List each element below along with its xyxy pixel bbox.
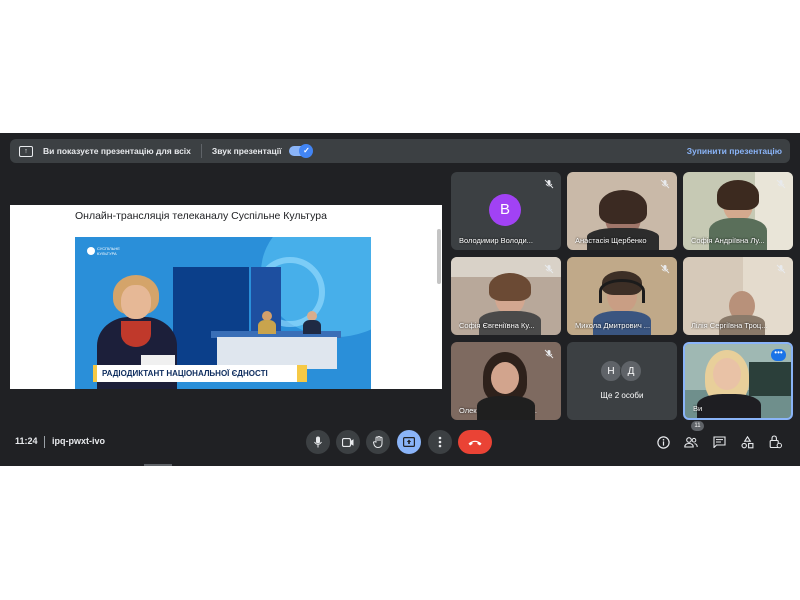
participant-name: Софія Євгеніївна Ку... [459, 321, 535, 330]
avatar: Н [600, 360, 622, 382]
mic-off-icon [776, 179, 786, 189]
participant-tile[interactable]: Софія Андріївна Лу... [683, 172, 793, 250]
info-icon [656, 435, 670, 449]
present-to-all-icon: ↑ [19, 145, 33, 157]
stop-presenting-button[interactable]: Зупинити презентацію [687, 146, 782, 156]
participant-tile[interactable]: Микола Дмитрович ... [567, 257, 677, 335]
studio-guest-2 [303, 311, 321, 334]
participant-tile[interactable]: Олександра Василів... [451, 342, 561, 420]
people-count-badge: 11 [691, 421, 704, 431]
meeting-details-button[interactable] [656, 435, 670, 449]
more-participants-tile[interactable]: Н Д Ще 2 особи [567, 342, 677, 420]
participant-tile[interactable]: В Володимир Володи... [451, 172, 561, 250]
slide-title: Онлайн-трансляція телеканалу Суспільне К… [75, 210, 327, 222]
meeting-clock: 11:24 [15, 436, 38, 446]
people-button[interactable] [684, 435, 698, 449]
presentation-audio-toggle[interactable]: ✓ [289, 144, 314, 158]
avatar: Д [620, 360, 642, 382]
microphone-icon [314, 436, 322, 448]
mic-off-icon [776, 264, 786, 274]
participant-name: Микола Дмитрович ... [575, 321, 651, 330]
embedded-video: СУСПІЛЬНЕ КУЛЬТУРА РАДІОДИКТАНТ НАЦІОНАЛ… [75, 237, 371, 389]
participant-name: Володимир Володи... [459, 236, 533, 245]
more-options-icon[interactable]: ••• [771, 349, 786, 361]
more-options-button[interactable] [428, 430, 452, 454]
participant-name: Анастасія Щербенко [575, 236, 647, 245]
studio-guest-1 [258, 311, 276, 334]
scrollbar[interactable] [437, 229, 441, 284]
clock-divider [44, 436, 45, 448]
activities-button[interactable] [740, 435, 754, 449]
channel-logo-icon [87, 247, 95, 255]
check-icon: ✓ [299, 144, 314, 158]
chat-icon [712, 436, 726, 448]
microphone-button[interactable] [306, 430, 330, 454]
hand-icon [372, 436, 382, 448]
meeting-code: ipq-pwxt-ivo [52, 436, 105, 446]
end-call-button[interactable] [458, 430, 492, 454]
presentation-audio-label: Звук презентації [211, 146, 282, 156]
participant-tile[interactable]: Софія Євгеніївна Ку... [451, 257, 561, 335]
more-participants-avatars: Н Д [600, 360, 648, 384]
participant-tile[interactable]: Лілія Сергіївна Троц... [683, 257, 793, 335]
participant-name: Лілія Сергіївна Троц... [691, 321, 768, 330]
camera-icon [342, 437, 354, 447]
mic-off-icon [660, 264, 670, 274]
lock-person-icon [769, 435, 782, 449]
meet-window: ↑ Ви показуєте презентацію для всіх Звук… [0, 133, 800, 466]
activities-icon [740, 435, 753, 448]
avatar: В [489, 194, 521, 226]
bottom-control-bar: 11:24 ipq-pwxt-ivo 11 [0, 421, 800, 454]
chat-button[interactable] [712, 435, 726, 449]
self-name: Ви [693, 404, 703, 413]
more-participants-label: Ще 2 особи [600, 391, 644, 400]
participant-tile[interactable]: Анастасія Щербенко [567, 172, 677, 250]
raise-hand-button[interactable] [366, 430, 390, 454]
channel-logo-text-2: КУЛЬТУРА [97, 251, 117, 256]
lower-third-accent [297, 365, 307, 382]
channel-logo: СУСПІЛЬНЕ КУЛЬТУРА [87, 246, 120, 256]
shared-screen: Онлайн-трансляція телеканалу Суспільне К… [10, 205, 442, 389]
lower-third-caption: РАДІОДИКТАНТ НАЦІОНАЛЬНОЇ ЄДНОСТІ [93, 365, 299, 382]
mic-off-icon [544, 264, 554, 274]
camera-button[interactable] [336, 430, 360, 454]
presenting-banner: ↑ Ви показуєте презентацію для всіх Звук… [10, 139, 790, 163]
mic-off-icon [544, 349, 554, 359]
mic-off-icon [544, 179, 554, 189]
banner-divider [200, 144, 202, 158]
present-screen-button[interactable] [397, 430, 421, 454]
participant-name: Софія Андріївна Лу... [691, 236, 765, 245]
people-icon [684, 436, 698, 448]
end-call-icon [468, 440, 482, 445]
drag-handle[interactable] [144, 464, 172, 466]
present-to-all-icon [403, 437, 415, 447]
host-controls-button[interactable] [768, 435, 782, 449]
presenting-message: Ви показуєте презентацію для всіх [43, 146, 191, 156]
mic-off-icon [660, 179, 670, 189]
more-vertical-icon [438, 436, 442, 448]
self-tile[interactable]: ••• Ви [683, 342, 793, 420]
